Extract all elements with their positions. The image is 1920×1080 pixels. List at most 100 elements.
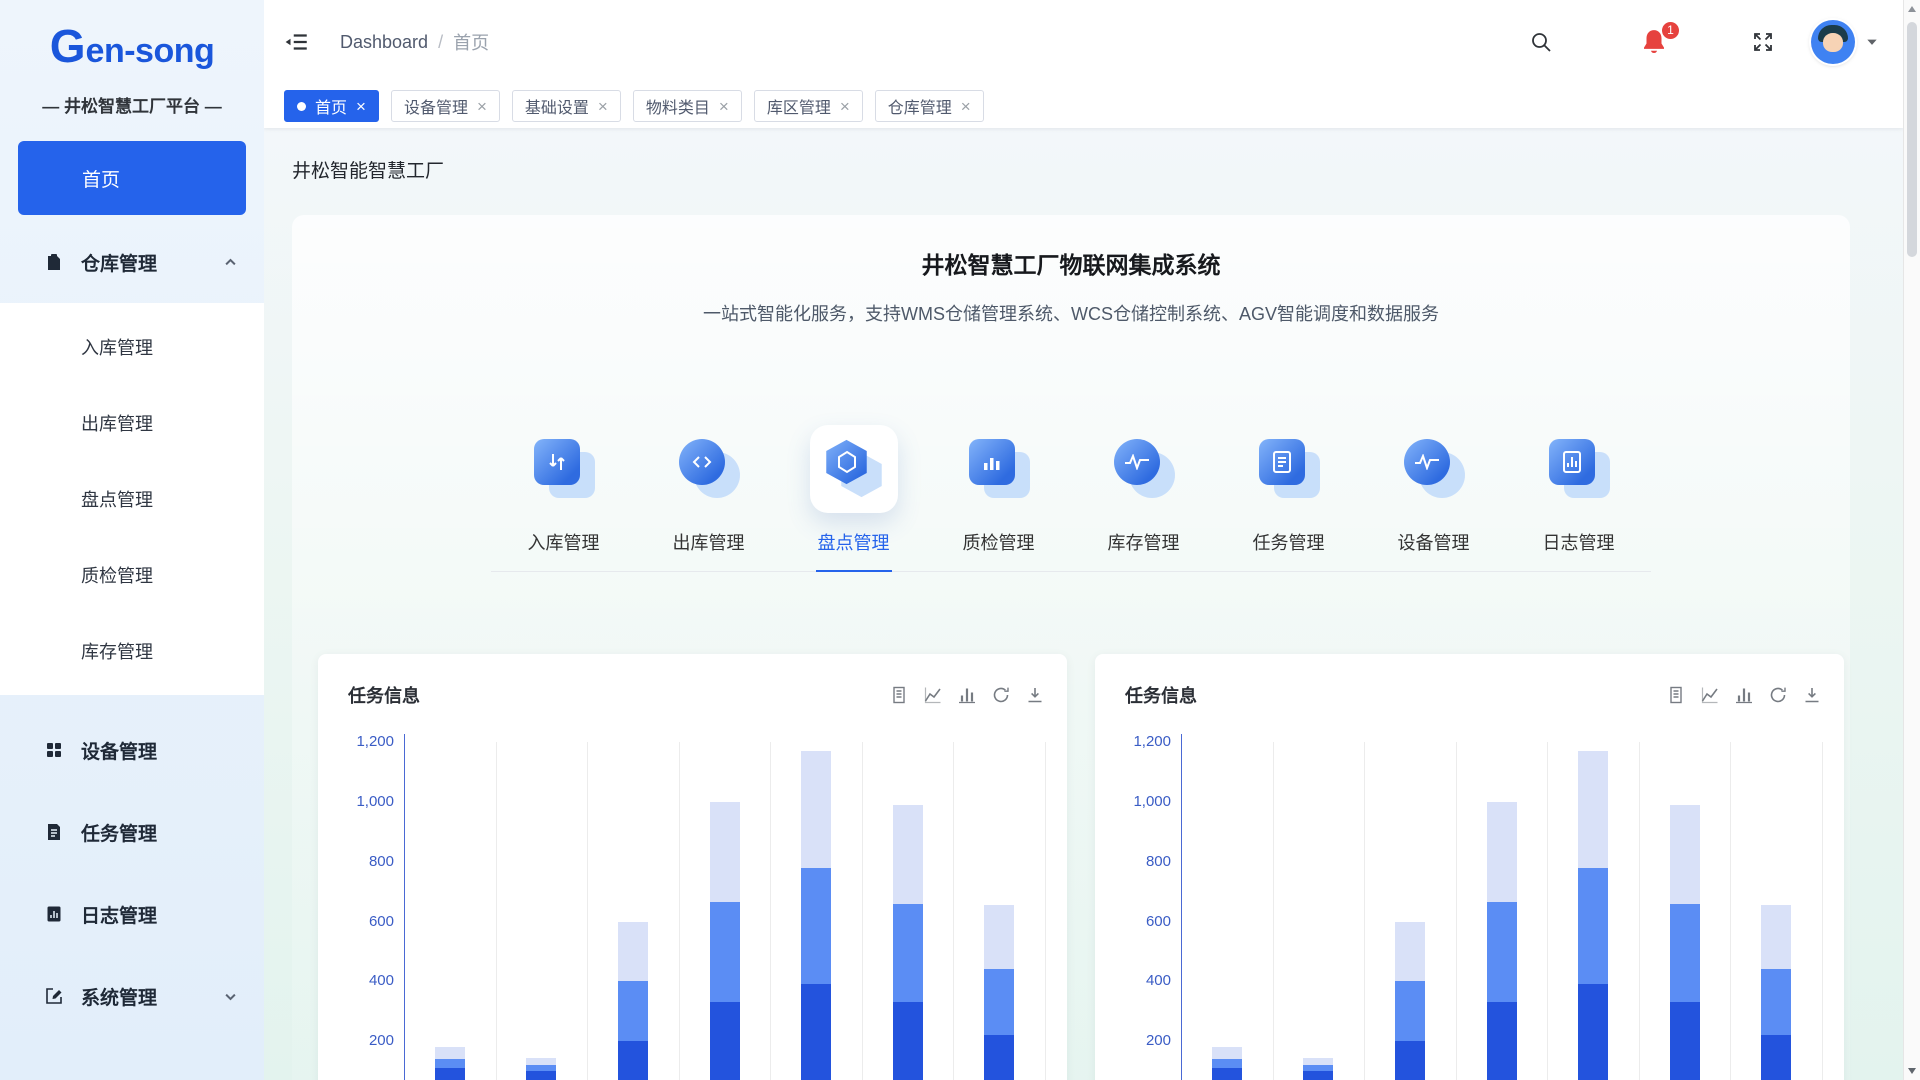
sidebar-nav: 仓库管理入库管理出库管理盘点管理质检管理库存管理设备管理任务管理日志管理系统管理: [0, 221, 264, 1037]
tab-label: 仓库管理: [888, 94, 952, 118]
module-task[interactable]: 任务管理: [1216, 425, 1361, 571]
bar-segment-middle: [435, 1059, 465, 1068]
task-icon: [1257, 437, 1321, 501]
toolbar-download-icon[interactable]: [1802, 685, 1822, 705]
chart-toolbar: [889, 685, 1045, 705]
toolbar-refresh-icon[interactable]: [1768, 685, 1788, 705]
bar-segment-top: [710, 802, 740, 902]
y-axis-line: [1181, 734, 1182, 1080]
log-icon: [44, 904, 64, 924]
sidebar-item-system[interactable]: 系统管理: [0, 955, 264, 1037]
module-stocktake[interactable]: 盘点管理: [781, 425, 926, 571]
tab-close-icon[interactable]: ×: [598, 98, 608, 115]
chart-header: 任务信息: [1125, 682, 1822, 708]
module-outbound[interactable]: 出库管理: [636, 425, 781, 571]
module-device[interactable]: 设备管理: [1361, 425, 1506, 571]
tab-label: 设备管理: [404, 94, 468, 118]
toolbar-bar-icon[interactable]: [957, 685, 977, 705]
tab-chip[interactable]: 仓库管理 ×: [875, 90, 984, 122]
tab-close-icon[interactable]: ×: [840, 98, 850, 115]
sidebar-item-warehouse[interactable]: 仓库管理: [0, 221, 264, 303]
stacked-bar: [893, 805, 923, 1080]
avatar[interactable]: [1811, 20, 1855, 64]
sidebar-item-device[interactable]: 设备管理: [0, 709, 264, 791]
sidebar-item-label: 仓库管理: [81, 249, 157, 276]
scroll-up-arrow[interactable]: [1908, 6, 1916, 12]
breadcrumb: Dashboard / 首页: [340, 29, 489, 55]
bar-segment-middle: [1487, 902, 1517, 1002]
y-tick-label: 1,200: [318, 733, 394, 751]
bar-segment-top: [435, 1047, 465, 1059]
tab-chip[interactable]: 设备管理 ×: [391, 90, 500, 122]
header-actions: 1: [1529, 20, 1879, 64]
toolbar-bar-icon[interactable]: [1734, 685, 1754, 705]
modules-row: 入库管理出库管理盘点管理质检管理库存管理任务管理设备管理日志管理: [491, 425, 1651, 572]
tab-label: 首页: [315, 94, 347, 118]
inbound-icon: [532, 437, 596, 501]
caret-down-icon[interactable]: [1865, 35, 1879, 49]
module-qc[interactable]: 质检管理: [926, 425, 1071, 571]
tab-chip[interactable]: 首页 ×: [284, 90, 379, 122]
scroll-thumb[interactable]: [1907, 22, 1917, 257]
sidebar-subitem[interactable]: 入库管理: [0, 309, 264, 385]
toolbar-refresh-icon[interactable]: [991, 685, 1011, 705]
module-icon-card: [810, 425, 898, 513]
qc-icon: [967, 437, 1031, 501]
toolbar-line-icon[interactable]: [1700, 685, 1720, 705]
collapse-menu-icon[interactable]: [284, 29, 310, 55]
scroll-down-arrow[interactable]: [1908, 1068, 1916, 1074]
bar-segment-top: [801, 751, 831, 868]
tab-close-icon[interactable]: ×: [719, 98, 729, 115]
bar-segment-bottom: [1578, 984, 1608, 1080]
toolbar-dataview-icon[interactable]: [1666, 685, 1686, 705]
module-label: 盘点管理: [781, 533, 926, 554]
module-label: 出库管理: [636, 533, 781, 554]
gridline: [862, 742, 863, 1080]
tab-chip[interactable]: 基础设置 ×: [512, 90, 621, 122]
fullscreen-icon[interactable]: [1751, 30, 1775, 54]
tab-close-icon[interactable]: ×: [961, 98, 971, 115]
tab-close-icon[interactable]: ×: [356, 98, 366, 115]
breadcrumb-root[interactable]: Dashboard: [340, 32, 428, 53]
y-tick-label: 600: [318, 913, 394, 931]
task-info-card: 任务信息2004006008001,0001,200: [318, 654, 1067, 1080]
sidebar-item-home[interactable]: 首页: [18, 141, 246, 215]
gridline: [496, 742, 497, 1080]
sidebar-subitem[interactable]: 盘点管理: [0, 461, 264, 537]
gridline: [770, 742, 771, 1080]
stacked-bar: [526, 1058, 556, 1080]
tab-chip[interactable]: 库区管理×: [754, 90, 863, 122]
sidebar-subitem[interactable]: 质检管理: [0, 537, 264, 613]
sidebar-subitem[interactable]: 出库管理: [0, 385, 264, 461]
gridline: [1456, 742, 1457, 1080]
toolbar-download-icon[interactable]: [1025, 685, 1045, 705]
sidebar-subitem[interactable]: 库存管理: [0, 613, 264, 689]
gridline: [1730, 742, 1731, 1080]
tab-label: 基础设置: [525, 94, 589, 118]
bar-segment-middle: [1761, 969, 1791, 1035]
tab-chip[interactable]: 物料类目×: [633, 90, 742, 122]
avatar-face: [1823, 33, 1843, 52]
bar-segment-bottom: [1670, 1002, 1700, 1080]
chart-plot: 2004006008001,0001,200: [318, 654, 1067, 1080]
header: Dashboard / 首页 1: [264, 0, 1903, 84]
toolbar-line-icon[interactable]: [923, 685, 943, 705]
bar-segment-middle: [893, 904, 923, 1003]
sidebar-item-log[interactable]: 日志管理: [0, 873, 264, 955]
module-inventory[interactable]: 库存管理: [1071, 425, 1216, 571]
bar-segment-top: [1487, 802, 1517, 902]
search-icon[interactable]: [1529, 30, 1553, 54]
toolbar-dataview-icon[interactable]: [889, 685, 909, 705]
module-log[interactable]: 日志管理: [1506, 425, 1651, 571]
y-tick-label: 200: [1095, 1032, 1171, 1050]
y-tick-label: 600: [1095, 913, 1171, 931]
notification-bell[interactable]: 1: [1639, 27, 1669, 57]
tab-close-icon[interactable]: ×: [477, 98, 487, 115]
module-label: 任务管理: [1216, 533, 1361, 554]
stacked-bar: [710, 802, 740, 1080]
gridline: [1547, 742, 1548, 1080]
sidebar-item-task[interactable]: 任务管理: [0, 791, 264, 873]
module-inbound[interactable]: 入库管理: [491, 425, 636, 571]
scrollbar[interactable]: [1903, 0, 1920, 1080]
gridline: [1364, 742, 1365, 1080]
